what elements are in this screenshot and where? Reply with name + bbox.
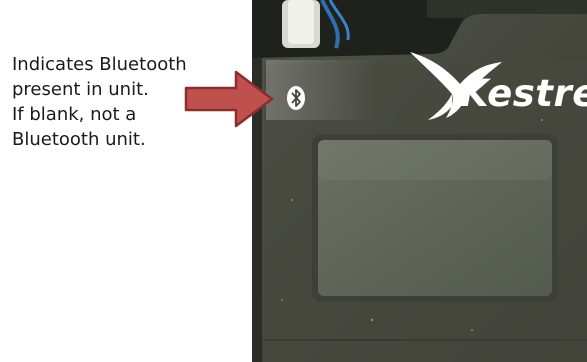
device-photo-graphic bbox=[252, 0, 587, 362]
pointer-arrow bbox=[184, 70, 274, 128]
brand-name: Kestrel bbox=[460, 72, 587, 115]
page: Indicates Bluetooth present in unit. If … bbox=[0, 0, 587, 362]
bluetooth-icon bbox=[287, 86, 305, 110]
caption-line-4: Bluetooth unit. bbox=[12, 129, 146, 150]
device-photo bbox=[252, 0, 587, 362]
